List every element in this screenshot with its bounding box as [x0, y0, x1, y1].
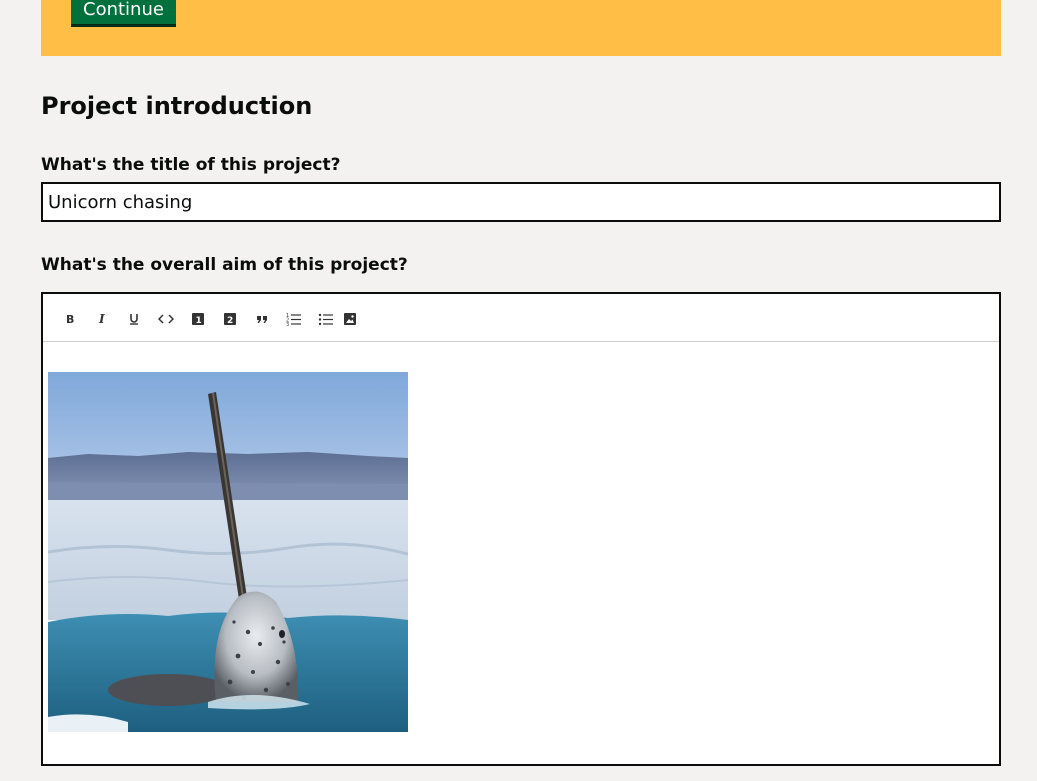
- rich-text-editor[interactable]: B I 1 2 123: [41, 292, 1001, 766]
- project-title-input[interactable]: [41, 182, 1001, 222]
- underline-icon[interactable]: [125, 310, 143, 328]
- svg-text:3: 3: [286, 322, 289, 326]
- editor-toolbar: B I 1 2 123: [43, 294, 999, 342]
- heading-1-icon[interactable]: 1: [189, 310, 207, 328]
- continue-button[interactable]: Continue: [71, 0, 176, 24]
- italic-icon[interactable]: I: [93, 310, 111, 328]
- image-icon[interactable]: [341, 310, 359, 328]
- editor-content[interactable]: [48, 372, 408, 732]
- quote-icon[interactable]: [253, 310, 271, 328]
- title-question-label: What's the title of this project?: [41, 155, 341, 175]
- section-title: Project introduction: [41, 92, 313, 120]
- heading-2-icon[interactable]: 2: [221, 310, 239, 328]
- narwhal-photo: [48, 372, 408, 732]
- svg-text:1: 1: [196, 316, 202, 326]
- code-icon[interactable]: [157, 310, 175, 328]
- numbered-list-icon[interactable]: 123: [285, 310, 303, 328]
- bulleted-list-icon[interactable]: [317, 310, 335, 328]
- aim-question-label: What's the overall aim of this project?: [41, 255, 408, 275]
- bold-icon[interactable]: B: [61, 310, 79, 328]
- svg-text:B: B: [66, 313, 74, 326]
- svg-text:I: I: [98, 312, 105, 326]
- notification-banner: Continue: [41, 0, 1001, 56]
- svg-text:2: 2: [227, 316, 233, 326]
